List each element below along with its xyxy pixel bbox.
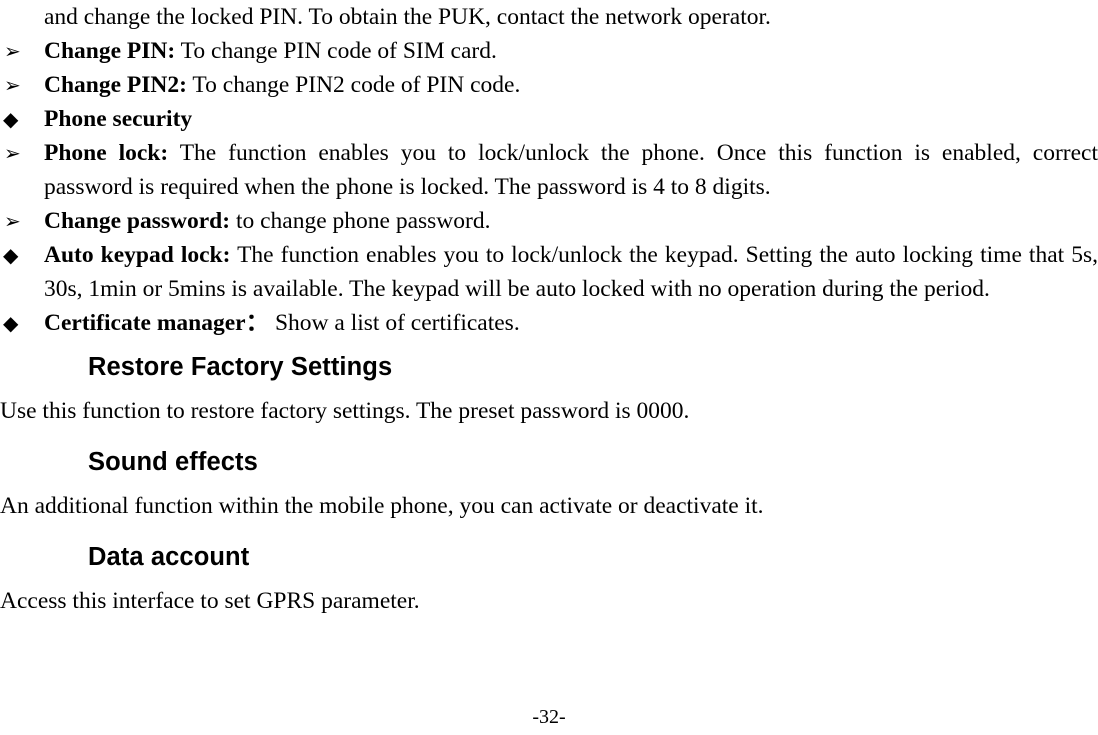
list-item-lead: Auto keypad lock: <box>44 242 231 268</box>
list-item: ➢ Change PIN: To change PIN code of SIM c… <box>0 34 1098 68</box>
diamond-bullet-icon: ◆ <box>3 311 19 335</box>
list-item: ➢ Phone lock: The function enables you to… <box>0 136 1098 204</box>
list-item-lead: Phone lock: <box>44 140 169 166</box>
list-item-text: To change PIN code of SIM card. <box>175 38 497 64</box>
diamond-bullet-icon: ◆ <box>3 107 19 131</box>
list-item-text: The function enables you to lock/unlock … <box>44 140 1098 200</box>
arrow-bullet-icon: ➢ <box>4 209 21 233</box>
document-page: and change the locked PIN. To obtain the… <box>0 0 1098 735</box>
list-item: ◆ Auto keypad lock: The function enables … <box>0 238 1098 306</box>
section-heading: Restore Factory Settings <box>88 353 393 381</box>
paragraph-continuation: and change the locked PIN. To obtain the… <box>44 4 771 30</box>
list-item: ◆ Certificate manager： Show a list of cer… <box>0 306 1098 340</box>
diamond-bullet-icon: ◆ <box>3 243 19 267</box>
list-item-lead: Change password: <box>44 208 231 234</box>
section-heading: Data account <box>88 543 250 571</box>
list-item: ➢ Change PIN2: To change PIN2 code of PIN… <box>0 68 1098 102</box>
list-item: ➢ Change password: to change phone passwo… <box>0 204 1098 238</box>
list-item-lead: Change PIN2: <box>44 72 187 98</box>
list-item-text: to change phone password. <box>230 208 491 234</box>
list-item-lead: Phone security <box>44 106 193 132</box>
section-body: An additional function within the mobile… <box>0 493 764 519</box>
section-body: Access this interface to set GPRS parame… <box>0 588 420 614</box>
page-number: -32- <box>532 706 566 728</box>
arrow-bullet-icon: ➢ <box>4 73 21 97</box>
arrow-bullet-icon: ➢ <box>4 141 21 165</box>
section-body: Use this function to restore factory set… <box>0 398 690 424</box>
list-item-lead: Certificate manager： <box>44 310 270 336</box>
section-heading: Sound effects <box>88 448 258 476</box>
list-item-text: To change PIN2 code of PIN code. <box>186 72 521 98</box>
list-item: ◆ Phone security <box>0 102 1098 136</box>
arrow-bullet-icon: ➢ <box>4 39 21 63</box>
list-item-lead: Change PIN: <box>44 38 176 64</box>
list-item-text: Show a list of certificates. <box>269 310 520 336</box>
